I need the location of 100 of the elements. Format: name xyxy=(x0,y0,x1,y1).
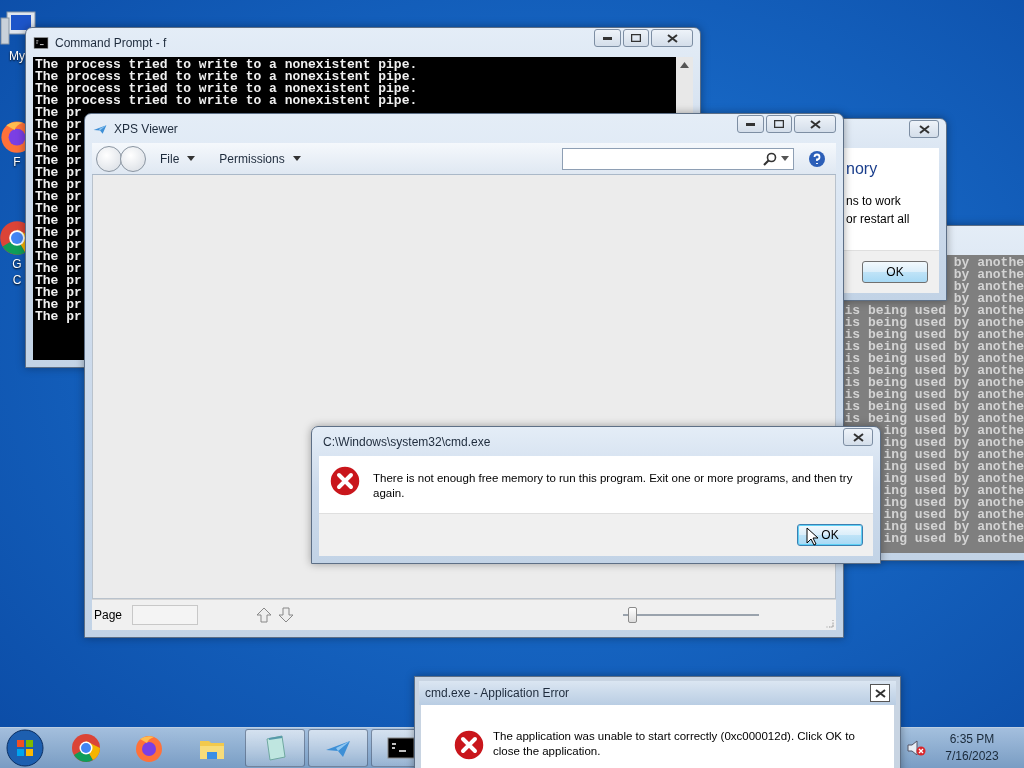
console-line: ing used by anothe xyxy=(883,509,1024,521)
console-line: is being used by anothe xyxy=(844,317,1024,329)
close-icon xyxy=(809,119,821,129)
console-line: ing used by anothe xyxy=(883,461,1024,473)
console-line: The pr xyxy=(35,311,82,323)
console-line: The pr xyxy=(35,215,82,227)
console-line: The pr xyxy=(35,143,82,155)
console-line: The pr xyxy=(35,107,82,119)
console-line: The process tried to write to a nonexistent pipe. xyxy=(35,59,418,71)
minimize-button[interactable] xyxy=(594,29,621,47)
start-button[interactable] xyxy=(5,729,45,767)
minimize-icon xyxy=(603,36,612,40)
close-icon xyxy=(874,688,886,698)
console-line: The pr xyxy=(35,251,82,263)
dialog-text: or restart all xyxy=(846,212,911,226)
console-line: ing used by anothe xyxy=(883,485,1024,497)
minimize-button[interactable] xyxy=(737,115,764,133)
console-line: The pr xyxy=(35,155,82,167)
console-line: ing used by anothe xyxy=(883,521,1024,533)
ok-button[interactable]: OK xyxy=(797,524,863,546)
page-field[interactable] xyxy=(132,605,199,625)
chrome-icon xyxy=(71,733,101,763)
console-line: The pr xyxy=(35,167,82,179)
console-line: ing used by anothe xyxy=(883,497,1024,509)
error-message: There is not enough free memory to run this program. Exit one or more programs, and then try again. xyxy=(373,471,854,501)
back-button[interactable] xyxy=(96,145,122,172)
help-icon[interactable] xyxy=(808,149,826,168)
error-icon xyxy=(329,465,361,497)
console-line: The pr xyxy=(35,239,82,251)
console-line: is being used by anothe xyxy=(844,377,1024,389)
muted-speaker-icon[interactable] xyxy=(906,739,926,757)
icon-label: G xyxy=(12,256,22,272)
console-line: The pr xyxy=(35,131,82,143)
console-line: is being used by anothe xyxy=(844,329,1024,341)
maximize-button[interactable] xyxy=(623,29,649,47)
close-button[interactable] xyxy=(794,115,836,133)
minimize-icon xyxy=(746,122,755,126)
clock-time: 6:35 PM xyxy=(949,731,995,748)
console-line: The pr xyxy=(35,275,82,287)
error-message: The application was unable to start correctly (0xc000012d). Click OK to close the application. xyxy=(493,729,856,759)
console-line: The pr xyxy=(35,263,82,275)
console-line: ing used by anothe xyxy=(883,437,1024,449)
console-line: The process tried to write to a nonexistent pipe. xyxy=(35,71,418,83)
caret-icon[interactable] xyxy=(781,156,789,161)
maximize-button[interactable] xyxy=(766,115,792,133)
console-line: by anothe xyxy=(953,269,1024,281)
menu-button[interactable]: File xyxy=(152,151,204,166)
clock-date: 7/16/2023 xyxy=(945,748,999,765)
window-title: C:\Windows\system32\cmd.exe xyxy=(322,434,492,449)
console-line: is being used by anothe xyxy=(844,341,1024,353)
console-line: The pr xyxy=(35,191,82,203)
console-line: ing used by anothe xyxy=(883,533,1024,545)
forward-button[interactable] xyxy=(120,145,146,172)
page-label: Page xyxy=(94,608,123,622)
console-line: is being used by anothe xyxy=(844,413,1024,425)
console-line: ing used by anothe xyxy=(883,473,1024,485)
window-title: cmd.exe - Application Error xyxy=(425,686,571,700)
resize-grip-icon[interactable] xyxy=(825,619,834,628)
window-title: Command Prompt - f xyxy=(55,35,168,50)
console-icon xyxy=(33,34,49,51)
console-line: The pr xyxy=(35,287,82,299)
scroll-up-arrow-icon[interactable] xyxy=(680,62,689,68)
search-icon xyxy=(763,151,777,166)
console-line: is being used by anothe xyxy=(844,305,1024,317)
console-line: by anothe xyxy=(953,257,1024,269)
console-line: is being used by anothe xyxy=(844,389,1024,401)
dialog-heading: nory xyxy=(846,160,879,178)
dialog-text: ns to work xyxy=(846,194,902,208)
console-line: by anothe xyxy=(953,281,1024,293)
search-field[interactable] xyxy=(562,147,794,170)
close-button[interactable] xyxy=(843,428,873,446)
caret-icon xyxy=(292,156,301,161)
icon-label: C xyxy=(12,272,22,288)
close-button[interactable] xyxy=(909,120,939,138)
console-line: The pr xyxy=(35,119,82,131)
close-button[interactable] xyxy=(651,29,693,47)
console-line: The process tried to write to a nonexistent pipe. xyxy=(35,95,418,107)
window-title: XPS Viewer xyxy=(114,121,179,136)
caret-icon xyxy=(187,156,196,161)
console-line: ing used by anothe xyxy=(883,425,1024,437)
console-line: is being used by anothe xyxy=(844,365,1024,377)
console-line: by anothe xyxy=(953,293,1024,305)
console-line: The process tried to write to a nonexistent pipe. xyxy=(35,83,418,95)
icon-label: My xyxy=(9,48,25,64)
console-line: is being used by anothe xyxy=(844,353,1024,365)
slider-thumb[interactable] xyxy=(628,607,638,623)
next-page-button[interactable] xyxy=(278,607,295,623)
console-line: The pr xyxy=(35,299,82,311)
close-button[interactable] xyxy=(870,684,890,702)
console-line: The pr xyxy=(35,227,82,239)
maximize-icon xyxy=(631,34,641,42)
console-line: is being used by anothe xyxy=(844,401,1024,413)
previous-page-button[interactable] xyxy=(256,607,273,623)
console-line: ing used by anothe xyxy=(883,449,1024,461)
ok-button[interactable]: OK xyxy=(862,261,928,283)
firefox-icon xyxy=(134,733,164,763)
menu-button[interactable]: Permissions xyxy=(211,151,309,166)
error-icon xyxy=(453,729,485,761)
icon-label: F xyxy=(13,154,21,170)
cursor-icon xyxy=(806,527,818,546)
